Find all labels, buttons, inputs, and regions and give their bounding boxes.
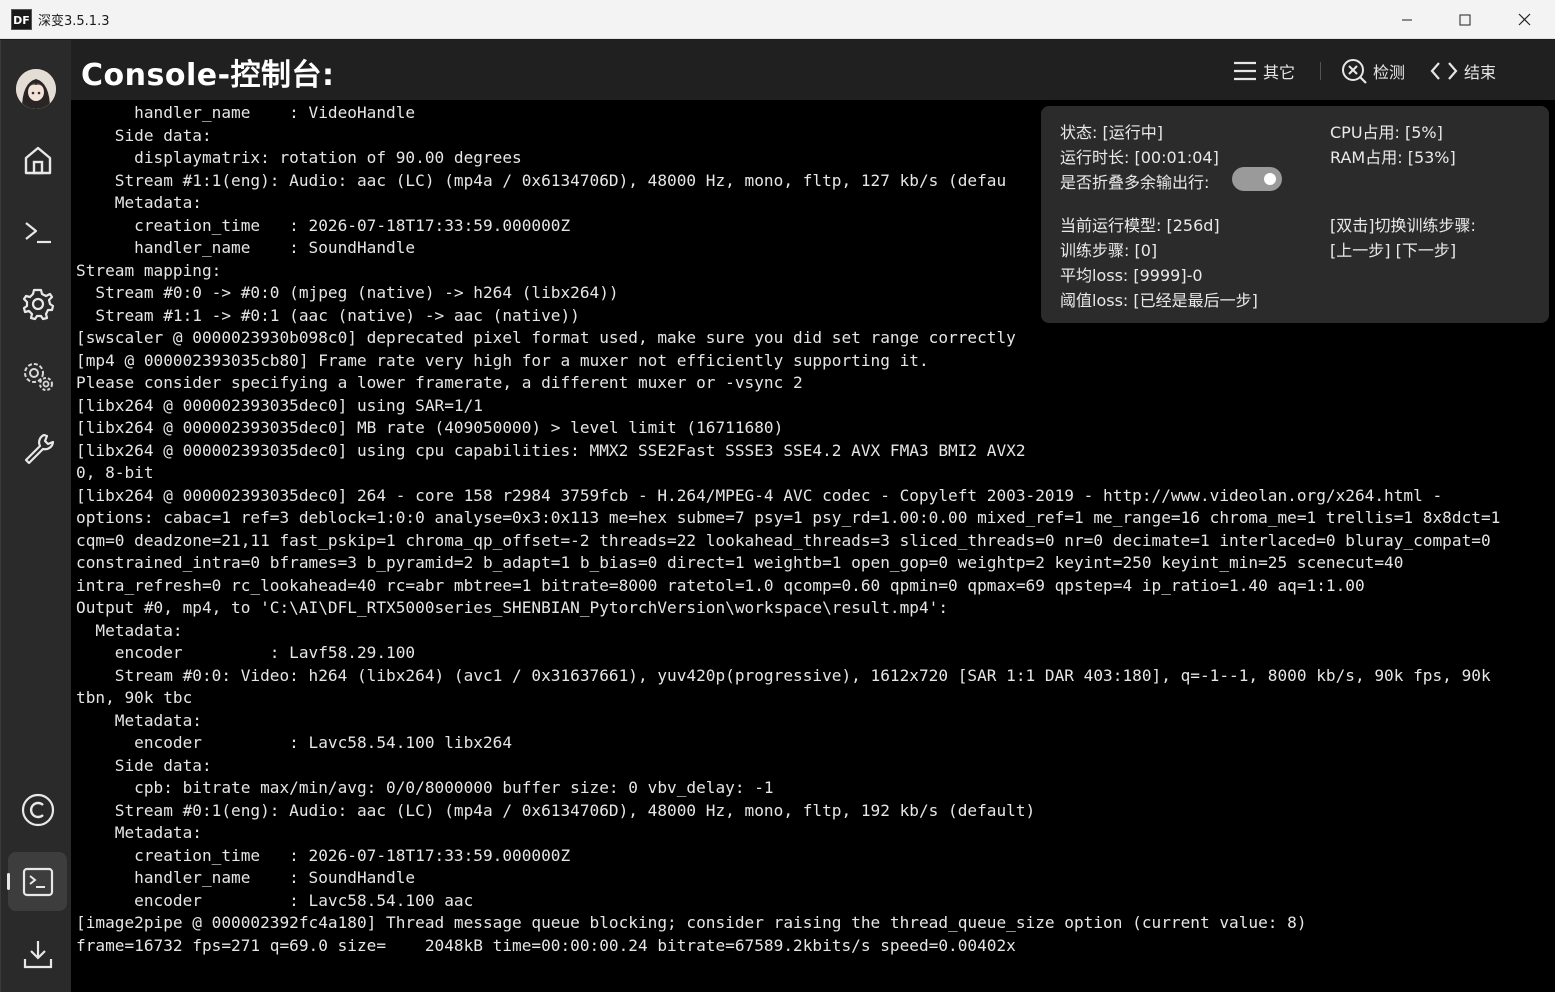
console-line: Metadata:: [76, 710, 202, 730]
page-title: Console-控制台:: [81, 58, 335, 93]
console-line: [libx264 @ 000002393035dec0] MB rate (40…: [76, 418, 784, 437]
minimize-button[interactable]: [1378, 0, 1436, 39]
title-bar: DF 深变3.5.1.3: [0, 0, 1555, 39]
end-button-label: 结束: [1464, 63, 1497, 82]
status-panel: 状态: [运行中] CPU占用: [5%] 运行时长: [00:01:04] R…: [1041, 106, 1549, 323]
status-state: 状态: [运行中]: [1060, 123, 1163, 142]
console-line: constrained_intra=0 bframes=3 b_pyramid=…: [76, 553, 1404, 572]
console-line: handler_name : SoundHandle: [76, 868, 416, 887]
maximize-icon: [1459, 14, 1471, 25]
console-icon: [22, 867, 53, 896]
console-line: Metadata:: [76, 823, 202, 842]
console-line: intra_refresh=0 rc_lookahead=40 rc=abr m…: [76, 575, 1365, 595]
console-line: encoder : Lavc58.54.100 libx264: [76, 733, 513, 752]
console-line: Side data:: [76, 755, 212, 775]
gear-icon: [22, 288, 54, 320]
console-header: Console-控制台: 其它 检测 结束: [71, 40, 1555, 100]
console-line: Stream #0:1(eng): Audio: aac (LC) (mp4a …: [76, 800, 1036, 820]
console-line: encoder : Lavf58.29.100: [76, 643, 416, 662]
sidebar: [0, 40, 71, 992]
switch-step-hint: [双击]切换训练步骤:: [1330, 216, 1476, 235]
end-button[interactable]: 结束: [1430, 57, 1496, 85]
detect-button[interactable]: 检测: [1341, 57, 1405, 85]
other-button[interactable]: 其它: [1233, 57, 1295, 85]
fold-lines-toggle[interactable]: [1232, 167, 1282, 191]
wrench-icon: [24, 433, 54, 464]
close-icon: [1518, 13, 1530, 26]
console-line: cqm=0 deadzone=21,11 fast_pskip=1 chroma…: [76, 530, 1491, 550]
multi-gear-icon: [23, 362, 53, 391]
sidebar-item-copyright[interactable]: [8, 780, 67, 839]
download-icon: [23, 940, 52, 968]
status-steps: 训练步骤: [0]: [1060, 241, 1158, 260]
sidebar-item-advanced-settings[interactable]: [8, 346, 67, 405]
status-runtime: 运行时长: [00:01:04]: [1060, 148, 1219, 167]
home-icon: [24, 146, 51, 174]
console-line: Metadata:: [76, 620, 183, 640]
code-brackets-icon: [1430, 62, 1458, 80]
console-line: encoder : Lavc58.54.100 aac: [76, 890, 474, 910]
app-logo-icon: DF: [11, 9, 32, 30]
avatar-image: [16, 69, 56, 109]
header-divider: [1320, 62, 1321, 80]
status-avg-loss: 平均loss: [9999]-0: [1060, 266, 1203, 285]
other-button-label: 其它: [1263, 63, 1296, 82]
status-cpu: CPU占用: [5%]: [1330, 123, 1443, 142]
fold-lines-label: 是否折叠多余输出行:: [1060, 173, 1210, 192]
terminal-prompt-icon: [24, 221, 51, 243]
console-line: creation_time : 2026-07-18T17:33:59.0000…: [76, 845, 571, 865]
window-title: 深变3.5.1.3: [38, 14, 110, 29]
console-line: 0, 8-bit: [76, 463, 154, 482]
toggle-knob: [1264, 173, 1276, 185]
sidebar-item-console[interactable]: [7, 852, 67, 911]
sidebar-item-home[interactable]: [8, 130, 67, 189]
status-threshold-loss: 阈值loss: [已经是最后一步]: [1060, 291, 1258, 310]
console-line: [swscaler @ 0000023930b098c0] deprecated…: [76, 328, 1016, 347]
console-line: [libx264 @ 000002393035dec0] using cpu c…: [76, 440, 1026, 460]
avatar[interactable]: [16, 69, 56, 109]
console-line: tbn, 90k tbc: [76, 688, 193, 707]
console-line: [libx264 @ 000002393035dec0] 264 - core …: [76, 485, 1443, 505]
sidebar-item-download[interactable]: [8, 924, 67, 983]
console-line: [mp4 @ 000002393035cb80] Frame rate very…: [76, 350, 929, 370]
close-button[interactable]: [1495, 0, 1553, 39]
minimize-icon: [1402, 19, 1412, 20]
detect-button-label: 检测: [1373, 63, 1406, 82]
copyright-icon: [21, 793, 54, 826]
status-model: 当前运行模型: [256d]: [1060, 216, 1220, 235]
console-line: [image2pipe @ 000002392fc4a180] Thread m…: [76, 913, 1307, 932]
console-line: [libx264 @ 000002393035dec0] using SAR=1…: [76, 395, 483, 415]
step-nav-buttons[interactable]: [上一步] [下一步]: [1330, 237, 1456, 261]
console-line: frame=16732 fps=271 q=69.0 size= 2048kB …: [76, 935, 1016, 955]
console-line: Stream #0:0: Video: h264 (libx264) (avc1…: [76, 665, 1491, 685]
sidebar-item-settings[interactable]: [8, 274, 67, 333]
sidebar-item-tools[interactable]: [8, 418, 67, 477]
console-line: Output #0, mp4, to 'C:\AI\DFL_RTX5000ser…: [76, 598, 949, 617]
scan-detect-icon: [1342, 59, 1367, 84]
console-line: options: cabac=1 ref=3 deblock=1:0:0 ana…: [76, 508, 1501, 527]
console-line: Please consider specifying a lower frame…: [76, 373, 803, 392]
sidebar-item-terminal[interactable]: [8, 202, 67, 261]
status-ram: RAM占用: [53%]: [1330, 148, 1456, 167]
console-line: cpb: bitrate max/min/avg: 0/0/8000000 bu…: [76, 778, 774, 797]
menu-icon: [1234, 61, 1256, 81]
maximize-button[interactable]: [1436, 0, 1494, 39]
